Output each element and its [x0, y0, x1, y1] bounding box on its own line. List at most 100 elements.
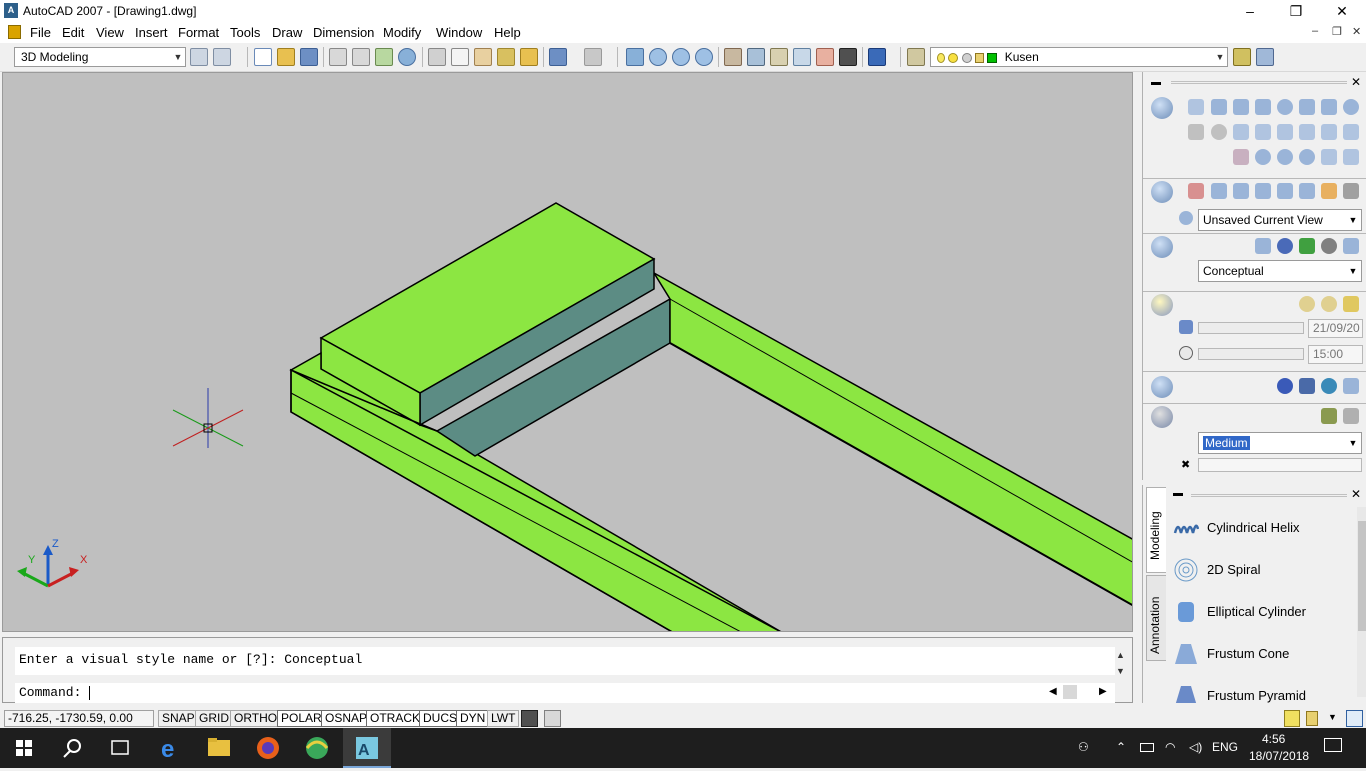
search-button[interactable]	[48, 728, 96, 768]
scroll-down-arrow[interactable]: ▼	[1116, 666, 1125, 676]
menu-modify[interactable]: Modify	[383, 25, 421, 40]
plot-preview-icon[interactable]	[352, 48, 370, 66]
box-icon[interactable]	[1211, 99, 1227, 115]
plot-icon[interactable]	[329, 48, 347, 66]
render-icon[interactable]	[1321, 408, 1337, 424]
firefox-taskbar-button[interactable]	[244, 728, 292, 768]
slice-icon[interactable]	[1343, 124, 1359, 140]
render-settings-icon[interactable]	[1343, 408, 1359, 424]
doc-minimize-button[interactable]: –	[1312, 25, 1318, 37]
status-menu-arrow[interactable]: ▼	[1328, 712, 1337, 722]
language-indicator[interactable]: ENG	[1212, 740, 1238, 754]
new-icon[interactable]	[254, 48, 272, 66]
autocad-taskbar-button[interactable]: A	[343, 728, 391, 768]
paste-icon[interactable]	[474, 48, 492, 66]
camera-icon[interactable]	[1321, 183, 1337, 199]
clean-screen-icon[interactable]	[1346, 710, 1363, 727]
volume-icon[interactable]: ◁)	[1189, 740, 1202, 754]
model-canvas[interactable]: Z Y X	[3, 73, 1133, 632]
subtract-icon[interactable]	[1277, 149, 1293, 165]
extrude-icon[interactable]	[1233, 124, 1249, 140]
materials-window-icon[interactable]	[1343, 378, 1359, 394]
3d-navigate-panel-icon[interactable]	[1151, 181, 1173, 203]
zoom-window-icon[interactable]	[672, 48, 690, 66]
ducs-toggle[interactable]: DUCS	[419, 710, 462, 727]
battery-icon[interactable]	[1140, 743, 1154, 752]
material-map-icon[interactable]	[1299, 378, 1315, 394]
time-value[interactable]: 15:00	[1308, 345, 1363, 364]
menu-window[interactable]: Window	[436, 25, 482, 40]
close-button[interactable]: ✕	[1319, 0, 1365, 22]
palette-close-icon[interactable]: ✕	[1351, 487, 1361, 501]
3d-pan-icon[interactable]	[1188, 183, 1204, 199]
snap-toggle[interactable]: SNAP	[158, 710, 199, 727]
palette-scrollbar[interactable]	[1357, 507, 1366, 697]
sun-light-icon[interactable]	[1321, 296, 1337, 312]
clock-date[interactable]: 18/07/2018	[1249, 749, 1309, 763]
file-explorer-taskbar-button[interactable]	[195, 728, 243, 768]
command-input[interactable]: Command:	[15, 683, 1115, 703]
render-panel-icon[interactable]	[1151, 406, 1173, 428]
menu-draw[interactable]: Draw	[272, 25, 302, 40]
render-quality-select[interactable]: Medium ▼	[1198, 432, 1362, 454]
visual-styles-panel-icon[interactable]	[1151, 236, 1173, 258]
menu-view[interactable]: View	[96, 25, 124, 40]
menu-edit[interactable]: Edit	[62, 25, 84, 40]
palette-item-elliptical-cylinder[interactable]: Elliptical Cylinder	[1169, 591, 1357, 631]
planar-surface-icon[interactable]	[1343, 149, 1359, 165]
toolbar-lock-icon[interactable]	[1306, 711, 1318, 726]
zoom-previous-icon[interactable]	[695, 48, 713, 66]
app-taskbar-button[interactable]	[293, 728, 341, 768]
calculator-icon[interactable]	[839, 48, 857, 66]
otrack-toggle[interactable]: OTRACK	[366, 710, 425, 727]
palette-item-frustum-cone[interactable]: Frustum Cone	[1169, 633, 1357, 673]
coordinate-display[interactable]: -716.25, -1730.59, 0.00	[4, 710, 154, 727]
material-attach-icon[interactable]	[1321, 378, 1337, 394]
cut-icon[interactable]	[428, 48, 446, 66]
3d-zoom-icon[interactable]	[1211, 183, 1227, 199]
communication-center-icon[interactable]	[1284, 710, 1300, 727]
menu-tools[interactable]: Tools	[230, 25, 260, 40]
free-orbit-icon[interactable]	[1255, 183, 1271, 199]
save-icon[interactable]	[300, 48, 318, 66]
menu-insert[interactable]: Insert	[135, 25, 168, 40]
palette-item-cylindrical-helix[interactable]: Cylindrical Helix	[1169, 507, 1357, 547]
visual-style-select[interactable]: Conceptual ▼	[1198, 260, 1362, 282]
document-icon[interactable]	[8, 25, 21, 39]
pyramid-icon[interactable]	[1321, 99, 1337, 115]
pan-icon[interactable]	[626, 48, 644, 66]
undo-icon[interactable]	[549, 48, 567, 66]
doc-restore-button[interactable]: ❐	[1332, 25, 1342, 38]
publish-web-icon[interactable]	[398, 48, 416, 66]
cone-icon[interactable]	[1255, 99, 1271, 115]
workspace-select[interactable]: 3D Modeling ▼	[14, 47, 186, 67]
walk-icon[interactable]	[1277, 183, 1293, 199]
drawing-viewport[interactable]: Z Y X	[2, 72, 1133, 632]
layout-icon[interactable]	[544, 710, 561, 727]
conceptual-style-icon[interactable]	[1299, 238, 1315, 254]
workspace-settings-icon[interactable]	[190, 48, 208, 66]
3d-move-icon[interactable]	[1188, 124, 1204, 140]
3d-make-panel-icon[interactable]	[1151, 97, 1173, 119]
layer-properties-icon[interactable]	[907, 48, 925, 66]
view-select[interactable]: Unsaved Current View ▼	[1198, 209, 1362, 231]
panel-collapse-icon[interactable]: ▬	[1151, 77, 1161, 88]
sphere-icon[interactable]	[1277, 99, 1293, 115]
minimize-button[interactable]: –	[1227, 0, 1273, 22]
show-hidden-icons-chevron[interactable]: ⌃	[1116, 740, 1126, 754]
menu-file[interactable]: File	[30, 25, 51, 40]
tab-annotation[interactable]: Annotation	[1146, 575, 1166, 661]
lights-panel-icon[interactable]	[1151, 294, 1173, 316]
notifications-icon[interactable]	[1324, 738, 1342, 752]
model-space-icon[interactable]	[521, 710, 538, 727]
cylinder-icon[interactable]	[1299, 99, 1315, 115]
copy-icon[interactable]	[451, 48, 469, 66]
scroll-right-arrow[interactable]: ▶	[1099, 686, 1107, 697]
fly-icon[interactable]	[1299, 183, 1315, 199]
thicken-icon[interactable]	[1321, 149, 1337, 165]
horizontal-scroll-thumb[interactable]	[1063, 685, 1077, 699]
3d-orbit-icon[interactable]	[1233, 183, 1249, 199]
materials-panel-icon[interactable]	[1151, 376, 1173, 398]
menu-format[interactable]: Format	[178, 25, 219, 40]
edge-effects-icon[interactable]	[1321, 238, 1337, 254]
